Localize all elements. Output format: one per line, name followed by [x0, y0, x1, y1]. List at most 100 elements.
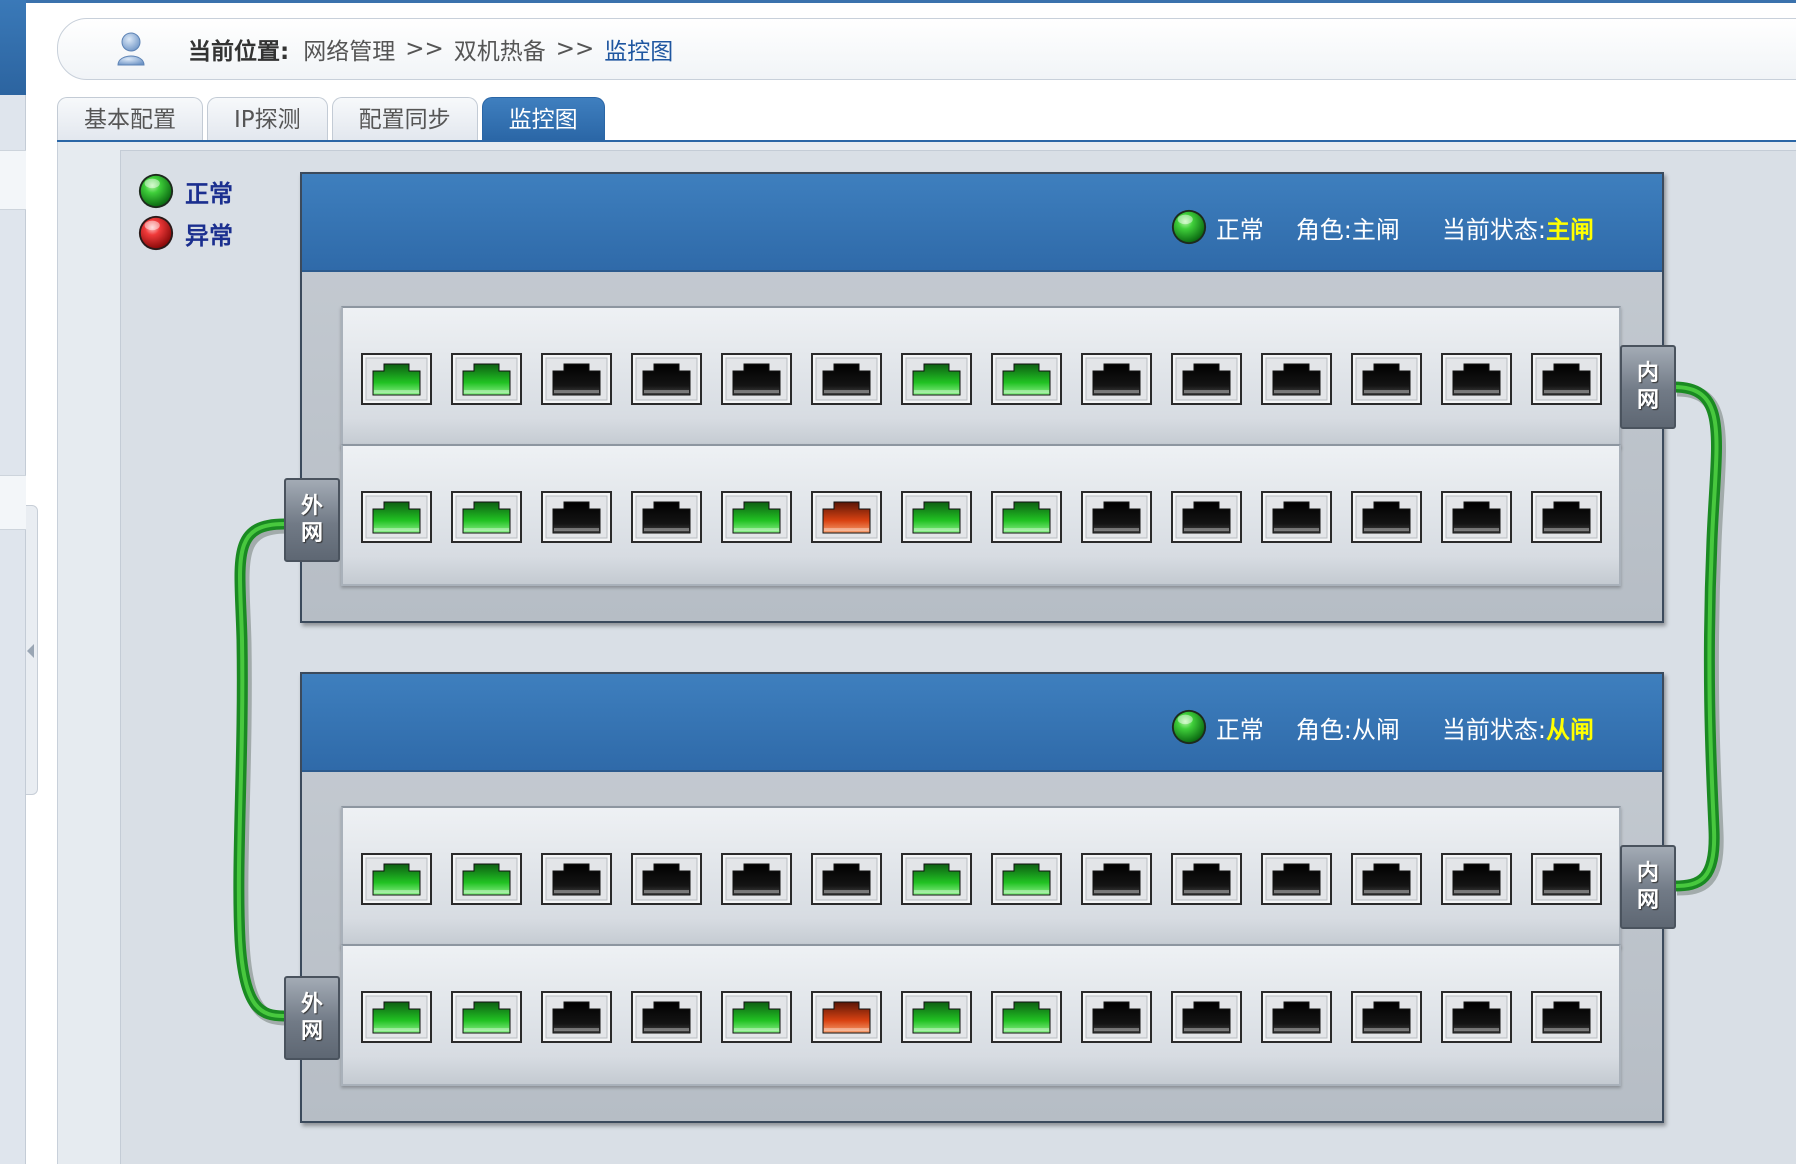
breadcrumb-item-ha[interactable]: 双机热备 — [454, 32, 546, 66]
ethernet-port-off[interactable] — [1531, 353, 1602, 405]
breadcrumb: 当前位置: 网络管理 >> 双机热备 >> 监控图 — [57, 18, 1796, 80]
breadcrumb-item-current[interactable]: 监控图 — [604, 32, 673, 66]
ethernet-port-off[interactable] — [631, 491, 702, 543]
green-led-icon — [1170, 208, 1208, 246]
ethernet-port-red[interactable] — [811, 491, 882, 543]
ethernet-port-off[interactable] — [1531, 853, 1602, 905]
ethernet-port-off[interactable] — [1441, 491, 1512, 543]
port-panel-outer — [341, 444, 1621, 586]
ethernet-port-green[interactable] — [991, 991, 1062, 1043]
ethernet-port-off[interactable] — [541, 353, 612, 405]
device-status: 正常 角色:从闸 当前状态: 从闸 — [1170, 708, 1594, 746]
ethernet-port-off[interactable] — [721, 353, 792, 405]
legend-item-normal: 正常 — [137, 170, 233, 212]
ethernet-port-off[interactable] — [1171, 991, 1242, 1043]
inner-network-label: 内 网 — [1620, 345, 1676, 429]
device-role: 角色:从闸 — [1295, 715, 1400, 744]
ethernet-port-green[interactable] — [451, 353, 522, 405]
ethernet-port-off[interactable] — [1441, 353, 1512, 405]
ethernet-port-off[interactable] — [1441, 853, 1512, 905]
port-row-top — [361, 353, 1621, 405]
device-status-text: 正常 — [1215, 715, 1264, 744]
ethernet-port-green[interactable] — [901, 853, 972, 905]
inner-network-label: 内 网 — [1620, 845, 1676, 929]
ethernet-port-off[interactable] — [1351, 353, 1422, 405]
device-status-text: 正常 — [1215, 215, 1264, 244]
ethernet-port-off[interactable] — [541, 853, 612, 905]
device-state-value: 主闸 — [1546, 215, 1594, 244]
ethernet-port-green[interactable] — [991, 491, 1062, 543]
outer-network-char: 外 — [300, 992, 323, 1017]
outer-network-label: 外 网 — [284, 478, 340, 562]
ethernet-port-green[interactable] — [721, 491, 792, 543]
device-header: 正常 角色:主闸 当前状态: 主闸 — [302, 174, 1662, 272]
ethernet-port-off[interactable] — [1351, 853, 1422, 905]
ethernet-port-off[interactable] — [1171, 853, 1242, 905]
port-row-bottom — [361, 491, 1621, 543]
device-state-value: 从闸 — [1546, 715, 1594, 744]
collapse-sidebar-handle[interactable] — [26, 505, 38, 795]
ethernet-port-off[interactable] — [541, 991, 612, 1043]
ethernet-port-off[interactable] — [1351, 491, 1422, 543]
ethernet-port-green[interactable] — [361, 853, 432, 905]
ethernet-port-green[interactable] — [451, 853, 522, 905]
ethernet-port-green[interactable] — [991, 853, 1062, 905]
outer-network-label: 外 网 — [284, 976, 340, 1060]
ethernet-port-green[interactable] — [361, 353, 432, 405]
green-led-icon — [137, 172, 175, 210]
left-frame-item[interactable] — [0, 475, 26, 530]
tab-bar: 基本配置 IP探测 配置同步 监控图 — [57, 97, 609, 141]
ethernet-port-green[interactable] — [361, 491, 432, 543]
outer-network-char: 网 — [300, 521, 323, 546]
inner-network-char: 网 — [1636, 388, 1659, 413]
inner-network-char: 内 — [1636, 861, 1659, 886]
ethernet-port-off[interactable] — [1531, 491, 1602, 543]
ethernet-port-green[interactable] — [901, 991, 972, 1043]
inner-network-char: 网 — [1636, 888, 1659, 913]
ethernet-port-green[interactable] — [361, 991, 432, 1043]
ethernet-port-off[interactable] — [811, 353, 882, 405]
port-row-bottom — [361, 991, 1621, 1043]
tab-basic-config[interactable]: 基本配置 — [57, 97, 203, 141]
ethernet-port-off[interactable] — [1531, 991, 1602, 1043]
ethernet-port-green[interactable] — [451, 991, 522, 1043]
ethernet-port-off[interactable] — [631, 853, 702, 905]
ethernet-port-green[interactable] — [901, 491, 972, 543]
ethernet-port-off[interactable] — [811, 853, 882, 905]
ethernet-port-off[interactable] — [1081, 853, 1152, 905]
left-frame-item[interactable] — [0, 150, 26, 210]
ethernet-port-red[interactable] — [811, 991, 882, 1043]
ethernet-port-off[interactable] — [1441, 991, 1512, 1043]
tab-monitor[interactable]: 监控图 — [481, 97, 605, 141]
ethernet-port-green[interactable] — [451, 491, 522, 543]
ethernet-port-green[interactable] — [721, 991, 792, 1043]
ethernet-port-off[interactable] — [1261, 353, 1332, 405]
ethernet-port-off[interactable] — [1081, 491, 1152, 543]
device-role: 角色:主闸 — [1295, 215, 1400, 244]
tab-ip-probe[interactable]: IP探测 — [207, 97, 328, 141]
port-panel-outer — [341, 944, 1621, 1086]
ethernet-port-green[interactable] — [901, 353, 972, 405]
device-secondary: 正常 角色:从闸 当前状态: 从闸 — [300, 672, 1664, 1123]
ethernet-port-off[interactable] — [631, 991, 702, 1043]
ethernet-port-off[interactable] — [631, 353, 702, 405]
ethernet-port-off[interactable] — [1261, 491, 1332, 543]
ethernet-port-off[interactable] — [1081, 353, 1152, 405]
green-led-icon — [1170, 708, 1208, 746]
outer-network-char: 网 — [300, 1019, 323, 1044]
breadcrumb-separator: >> — [555, 36, 595, 62]
ethernet-port-off[interactable] — [541, 491, 612, 543]
breadcrumb-item-network[interactable]: 网络管理 — [303, 32, 395, 66]
ethernet-port-off[interactable] — [1171, 491, 1242, 543]
ethernet-port-off[interactable] — [1351, 991, 1422, 1043]
ethernet-port-off[interactable] — [721, 853, 792, 905]
monitor-page: { "breadcrumb": { "label": "当前位置:", "ite… — [0, 0, 1796, 1164]
ethernet-port-green[interactable] — [991, 353, 1062, 405]
legend: 正常 异常 — [137, 170, 233, 254]
ethernet-port-off[interactable] — [1261, 991, 1332, 1043]
ethernet-port-off[interactable] — [1081, 991, 1152, 1043]
tab-config-sync[interactable]: 配置同步 — [331, 97, 478, 141]
ethernet-port-off[interactable] — [1261, 853, 1332, 905]
inner-network-char: 内 — [1636, 361, 1659, 386]
ethernet-port-off[interactable] — [1171, 353, 1242, 405]
